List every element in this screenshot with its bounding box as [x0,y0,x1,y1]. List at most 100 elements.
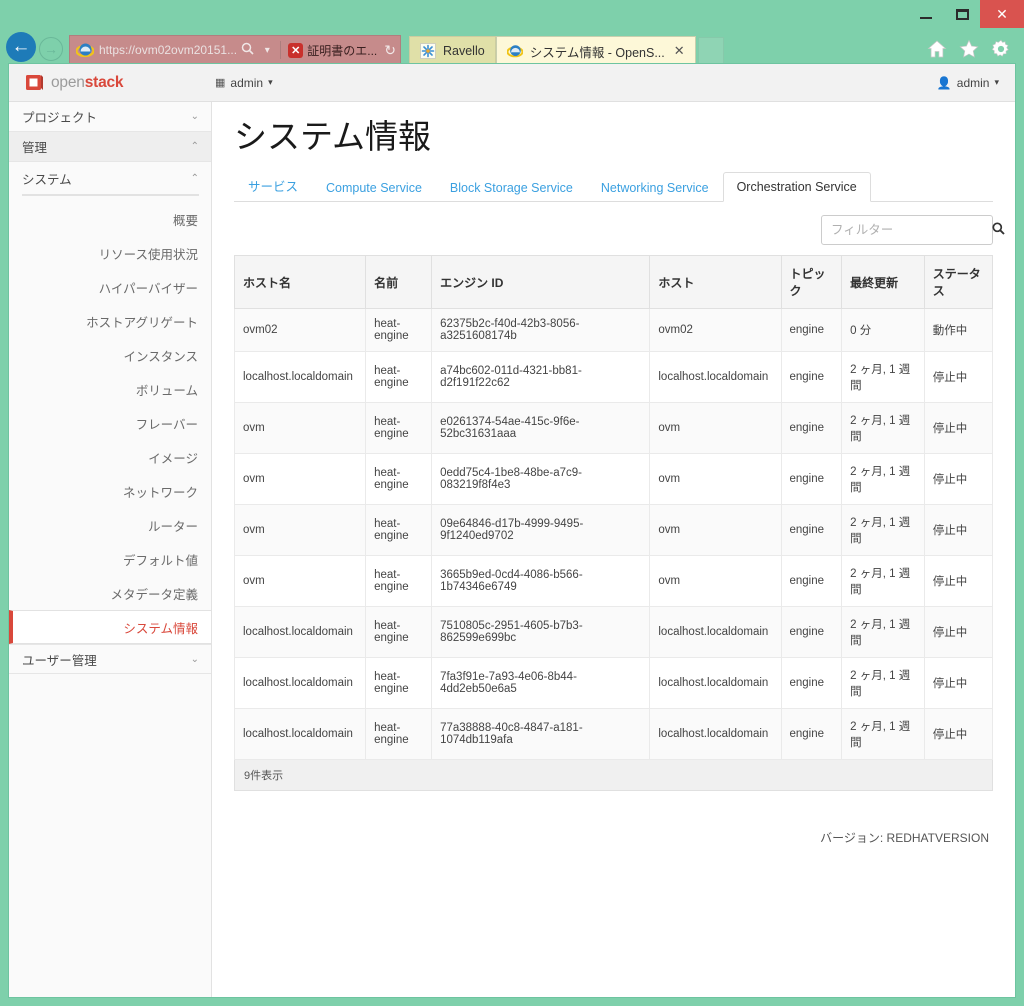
cell-updated: 2 ヶ月, 1 週間 [841,504,925,557]
certificate-error-indicator[interactable]: ✕ 証明書のエ... [284,42,381,59]
cell-engine-id: 0edd75c4-1be8-48be-a7c9-083219f8f4e3 [431,453,651,506]
ravello-favicon-icon [420,43,436,59]
sidebar-item-label: イメージ [148,451,198,466]
cell-updated: 2 ヶ月, 1 週間 [841,402,925,455]
refresh-icon[interactable]: ↻ [381,42,396,59]
certificate-error-label: 証明書のエ... [307,43,378,58]
project-switcher[interactable]: ▦ admin ▾ [215,76,273,90]
nav-buttons: ← → [6,28,69,66]
minimize-button[interactable] [908,0,944,28]
cell-updated: 2 ヶ月, 1 週間 [841,453,925,506]
table-row[interactable]: localhost.localdomain heat-engine 77a388… [233,708,994,761]
tab-label: サービス [248,180,299,195]
tab-compute-service[interactable]: Compute Service [312,173,436,202]
home-icon[interactable] [927,39,947,59]
search-icon[interactable] [237,42,257,58]
filter-input[interactable] [831,223,992,238]
column-header-host[interactable]: ホスト [649,255,782,310]
user-menu[interactable]: 👤 admin ▾ [937,76,999,90]
sidebar-item-label: メタデータ定義 [110,587,198,602]
column-header-status[interactable]: ステータス [923,255,994,310]
sidebar-item-label: 概要 [172,213,198,228]
cell-name: heat-engine [365,504,433,557]
cell-status: 停止中 [923,504,994,557]
favorites-star-icon[interactable] [959,39,979,59]
sidebar-section-system[interactable]: システム ⌃ [9,162,211,194]
browser-navigation-bar: ← → https://ovm02ovm20151... ▾ ✕ 証明書のエ..… [0,28,1024,66]
cell-status: 停止中 [923,453,994,506]
sidebar-group-admin[interactable]: 管理 ⌃ [9,132,211,162]
table-row[interactable]: localhost.localdomain heat-engine 751080… [233,606,994,659]
cell-updated: 2 ヶ月, 1 週間 [841,657,925,710]
close-button[interactable]: ✕ [980,0,1024,28]
cell-host: ovm [649,453,782,506]
sidebar-item-networks[interactable]: ネットワーク [9,474,211,508]
table-footer-count: 9件表示 [234,760,993,792]
sidebar-item-overview[interactable]: 概要 [9,202,211,236]
back-button[interactable]: ← [6,31,36,62]
browser-tab-ravello[interactable]: Ravello [409,36,496,66]
table-body: ovm02 heat-engine 62375b2c-f40d-42b3-805… [233,308,994,761]
cell-host: localhost.localdomain [649,708,782,761]
cell-engine-id: 3665b9ed-0cd4-4086-b566-1b74346e6749 [431,555,651,608]
sidebar-item-images[interactable]: イメージ [9,440,211,474]
tab-close-icon[interactable]: ✕ [674,43,685,59]
page-body: プロジェクト ⌄ 管理 ⌃ システム ⌃ 概要 リソース使用状況 ハイパーバイザ… [9,102,1015,997]
column-header-name[interactable]: 名前 [365,255,433,310]
cell-engine-id: 7fa3f91e-7a93-4e06-8b44-4dd2eb50e6a5 [431,657,651,710]
tab-orchestration-service[interactable]: Orchestration Service [722,172,871,203]
sidebar-item-volumes[interactable]: ボリューム [9,372,211,406]
filter-box[interactable] [821,215,1005,246]
browser-tab-label: Ravello [443,44,485,58]
certificate-error-icon: ✕ [288,42,304,58]
chevron-down-icon[interactable]: ▾ [257,45,277,56]
column-header-hostname[interactable]: ホスト名 [233,255,367,310]
search-icon[interactable] [992,222,1005,238]
tab-block-storage-service[interactable]: Block Storage Service [436,173,587,202]
sidebar-item-instances[interactable]: インスタンス [9,338,211,372]
settings-gear-icon[interactable] [991,39,1011,59]
column-header-engine-id[interactable]: エンジン ID [431,255,651,310]
project-switcher-label: admin [230,75,264,90]
tab-label: Block Storage Service [449,181,573,196]
sidebar-group-label: プロジェクト [22,111,98,125]
column-header-topic[interactable]: トピック [780,255,843,310]
sidebar-item-routers[interactable]: ルーター [9,508,211,542]
sidebar-item-defaults[interactable]: デフォルト値 [9,542,211,576]
cell-hostname: ovm [233,504,367,557]
table-row[interactable]: ovm heat-engine 3665b9ed-0cd4-4086-b566-… [233,555,994,608]
table-row[interactable]: ovm02 heat-engine 62375b2c-f40d-42b3-805… [233,308,994,353]
table-header: ホスト名 名前 エンジン ID ホスト トピック 最終更新 ステータス [233,255,994,310]
table-row[interactable]: ovm heat-engine 0edd75c4-1be8-48be-a7c9-… [233,453,994,506]
table-row[interactable]: localhost.localdomain heat-engine 7fa3f9… [233,657,994,710]
sidebar-item-host-aggregates[interactable]: ホストアグリゲート [9,304,211,338]
sidebar-item-metadata-definitions[interactable]: メタデータ定義 [9,576,211,610]
cell-topic: engine [780,453,843,506]
cell-updated: 0 分 [841,308,925,353]
tab-services[interactable]: サービス [234,168,312,202]
logo-open-text: open [51,73,85,91]
sidebar-item-label: ボリューム [135,383,198,398]
tab-networking-service[interactable]: Networking Service [587,173,723,202]
table-row[interactable]: ovm heat-engine e0261374-54ae-415c-9f6e-… [233,402,994,455]
address-bar[interactable]: https://ovm02ovm20151... ▾ ✕ 証明書のエ... ↻ [69,35,401,65]
sidebar-item-flavors[interactable]: フレーバー [9,406,211,440]
cell-name: heat-engine [365,708,433,761]
sidebar-item-system-information[interactable]: システム情報 [9,610,211,644]
forward-button[interactable]: → [39,36,63,61]
browser-tab-system-info[interactable]: システム情報 - OpenS... ✕ [495,36,696,66]
sidebar-group-project[interactable]: プロジェクト ⌄ [9,102,211,132]
table-row[interactable]: ovm heat-engine 09e64846-d17b-4999-9495-… [233,504,994,557]
openstack-logo[interactable]: openstack [25,73,215,92]
maximize-button[interactable] [944,0,980,28]
sidebar-group-identity[interactable]: ユーザー管理 ⌄ [9,644,211,674]
cell-hostname: ovm [233,555,367,608]
column-header-updated-at[interactable]: 最終更新 [841,255,925,310]
window-titlebar: ✕ [0,0,1024,28]
cell-status: 停止中 [923,555,994,608]
table-row[interactable]: localhost.localdomain heat-engine a74bc6… [233,351,994,404]
new-tab-button[interactable] [697,37,724,65]
sidebar-item-resource-usage[interactable]: リソース使用状況 [9,236,211,270]
browser-tab-strip: Ravello システム情報 - OpenS... ✕ [409,28,724,66]
sidebar-item-hypervisors[interactable]: ハイパーバイザー [9,270,211,304]
